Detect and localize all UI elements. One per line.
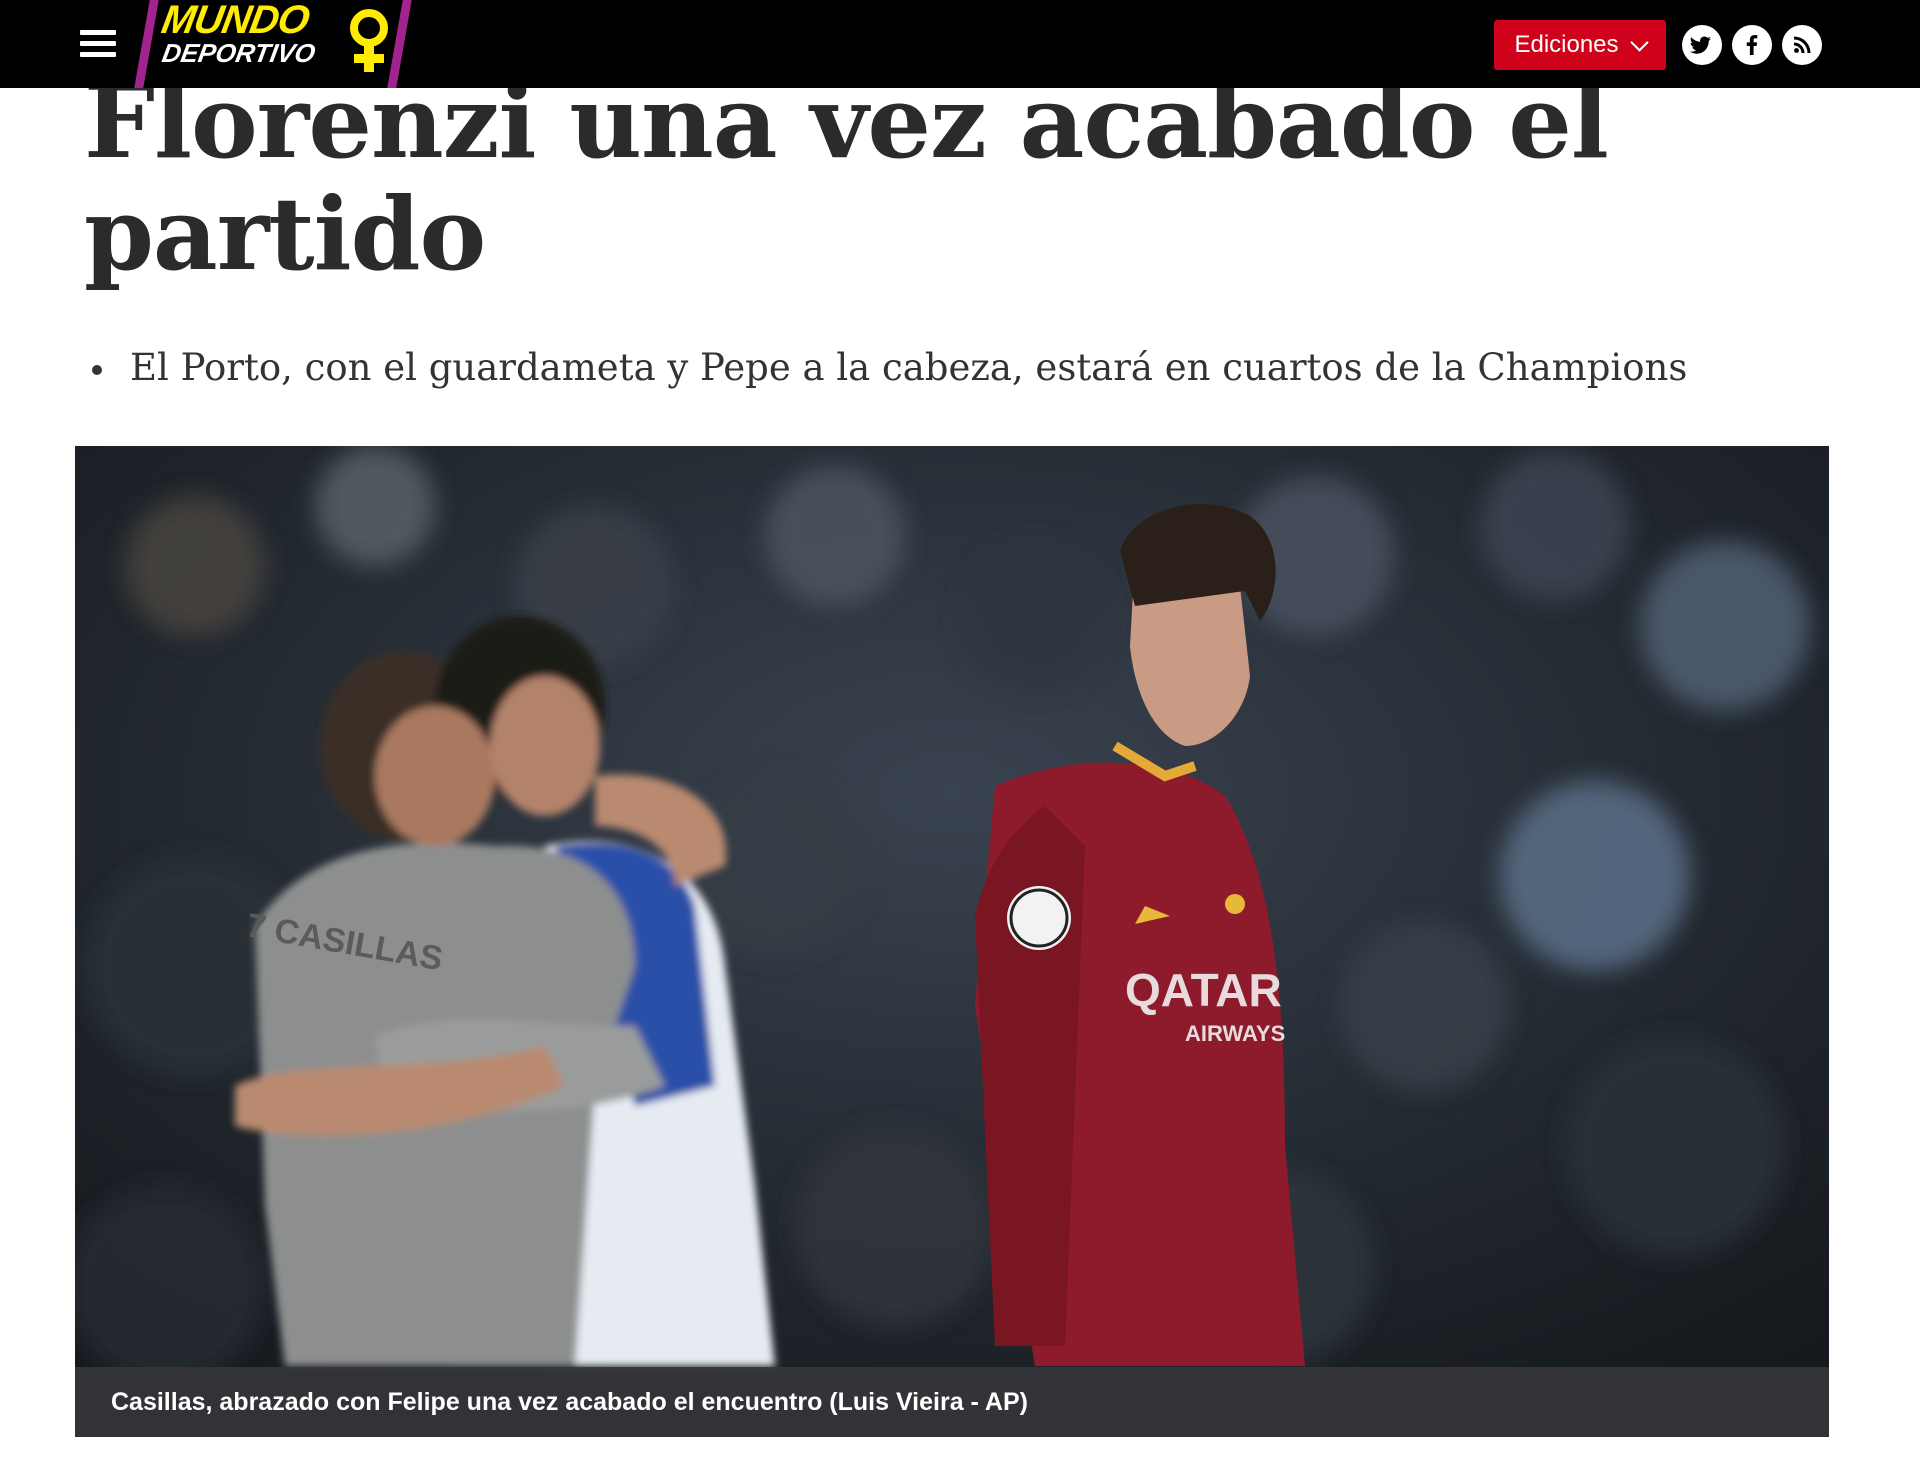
article-photo[interactable]: 7 CASILLAS QATAR AIRWAYS Casillas, abraz… [75, 446, 1829, 1437]
logo-text-deportivo: DEPORTIVO [159, 38, 318, 68]
facebook-icon[interactable] [1732, 25, 1772, 65]
headline-line-2: partido [84, 175, 486, 293]
rss-icon[interactable] [1782, 25, 1822, 65]
editions-label: Ediciones [1514, 31, 1619, 58]
top-navigation-bar: MUNDO DEPORTIVO Ediciones [0, 0, 1920, 88]
editions-dropdown-button[interactable]: Ediciones [1494, 20, 1666, 70]
mundo-deportivo-logo[interactable]: MUNDO DEPORTIVO [134, 0, 412, 88]
photo-caption: Casillas, abrazado con Felipe una vez ac… [75, 1367, 1829, 1437]
article-summary: El Porto, con el guardameta y Pepe a la … [84, 340, 1687, 396]
photo-illustration: 7 CASILLAS QATAR AIRWAYS [75, 446, 1829, 1437]
jersey-sponsor-subtext: AIRWAYS [1185, 1021, 1285, 1046]
twitter-icon[interactable] [1682, 25, 1722, 65]
chevron-down-icon [1629, 32, 1649, 52]
jersey-sponsor-text: QATAR [1125, 964, 1282, 1016]
female-symbol-icon [350, 9, 388, 72]
logo-left-stripe [134, 0, 159, 88]
article-headline: Florenzi una vez acabado el partido [84, 66, 1844, 290]
summary-item: El Porto, con el guardameta y Pepe a la … [84, 340, 1687, 396]
menu-icon[interactable] [80, 30, 116, 58]
